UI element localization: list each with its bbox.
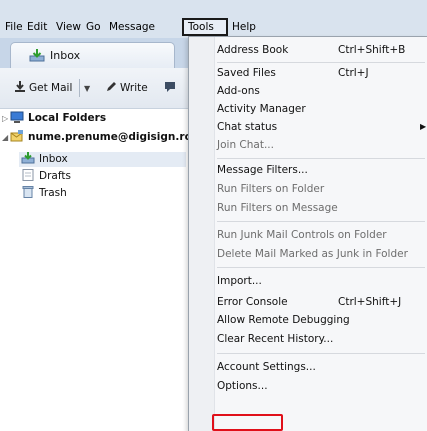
error-console-label: Error Console	[217, 296, 288, 308]
menu-item-run-junk-controls[interactable]: Run Junk Mail Controls on Folder	[215, 226, 427, 244]
menu-edit[interactable]: Edit	[27, 20, 47, 34]
folder-account[interactable]: ◢ nume.prenume@digisign.ro	[2, 130, 192, 145]
menu-item-saved-files[interactable]: Saved Files Ctrl+J	[215, 64, 427, 82]
menu-item-options[interactable]: Options...	[215, 377, 427, 395]
pencil-icon	[105, 81, 117, 93]
get-mail-label: Get Mail	[29, 82, 73, 94]
error-console-shortcut: Ctrl+Shift+J	[338, 296, 402, 308]
menu-separator	[217, 221, 425, 222]
write-label: Write	[120, 82, 148, 94]
chat-status-label: Chat status	[217, 121, 278, 133]
menu-item-chat-status[interactable]: Chat status ▶	[215, 118, 427, 136]
trash-icon	[21, 186, 35, 198]
menu-item-account-settings[interactable]: Account Settings...	[215, 358, 427, 376]
join-chat-label: Join Chat...	[217, 139, 274, 151]
options-label: Options...	[217, 380, 268, 392]
addons-label: Add-ons	[217, 85, 260, 97]
download-icon	[14, 81, 26, 93]
address-book-shortcut: Ctrl+Shift+B	[338, 44, 406, 56]
expand-icon[interactable]: ▷	[2, 111, 10, 126]
menu-item-remote-debugging[interactable]: Allow Remote Debugging	[215, 311, 427, 329]
inbox-icon	[29, 49, 45, 62]
menu-separator	[217, 353, 425, 354]
folder-inbox[interactable]: Inbox	[21, 152, 68, 167]
account-settings-label: Account Settings...	[217, 361, 316, 373]
folder-pane: ▷ Local Folders ◢ nume.prenume@digisign.…	[0, 109, 192, 431]
run-filters-folder-label: Run Filters on Folder	[217, 183, 325, 195]
menu-item-addons[interactable]: Add-ons	[215, 82, 427, 100]
options-highlight-box	[212, 414, 283, 431]
folder-drafts[interactable]: Drafts	[21, 169, 71, 184]
menu-item-activity-manager[interactable]: Activity Manager	[215, 100, 427, 118]
menu-message[interactable]: Message	[109, 20, 155, 34]
menu-item-run-filters-message[interactable]: Run Filters on Message	[215, 199, 427, 217]
message-filters-label: Message Filters...	[217, 164, 308, 176]
chat-icon	[164, 81, 176, 93]
folder-trash-label: Trash	[39, 187, 67, 199]
collapse-icon[interactable]: ◢	[2, 130, 10, 145]
folder-account-label: nume.prenume@digisign.ro	[28, 131, 192, 143]
menu-tools[interactable]: Tools	[188, 20, 214, 34]
menu-item-import[interactable]: Import...	[215, 272, 427, 290]
menu-item-delete-junk[interactable]: Delete Mail Marked as Junk in Folder	[215, 245, 427, 263]
saved-files-shortcut: Ctrl+J	[338, 67, 369, 79]
menu-item-address-book[interactable]: Address Book Ctrl+Shift+B	[215, 41, 427, 59]
folder-trash[interactable]: Trash	[21, 186, 67, 201]
folder-local-folders[interactable]: ▷ Local Folders	[2, 111, 106, 126]
menu-help[interactable]: Help	[232, 20, 256, 34]
run-junk-label: Run Junk Mail Controls on Folder	[217, 229, 387, 241]
menu-go[interactable]: Go	[86, 20, 101, 34]
menu-item-message-filters[interactable]: Message Filters...	[215, 161, 427, 179]
activity-manager-label: Activity Manager	[217, 103, 306, 115]
clear-history-label: Clear Recent History...	[217, 333, 334, 345]
submenu-arrow-icon: ▶	[420, 122, 427, 131]
chevron-down-icon: ▼	[84, 84, 91, 93]
toolbar-separator	[79, 79, 80, 97]
folder-local-folders-label: Local Folders	[28, 112, 107, 124]
run-filters-message-label: Run Filters on Message	[217, 202, 338, 214]
inbox-icon	[21, 152, 35, 164]
saved-files-label: Saved Files	[217, 67, 276, 79]
menu-separator	[217, 158, 425, 159]
menu-view[interactable]: View	[56, 20, 81, 34]
import-label: Import...	[217, 275, 262, 287]
menu-separator	[217, 267, 425, 268]
tools-menu-dropdown: Address Book Ctrl+Shift+B Saved Files Ct…	[188, 36, 427, 431]
tab-inbox[interactable]: Inbox	[10, 42, 175, 68]
remote-debugging-label: Allow Remote Debugging	[217, 314, 350, 326]
menu-item-clear-history[interactable]: Clear Recent History...	[215, 330, 427, 348]
address-book-label: Address Book	[217, 44, 289, 56]
write-button[interactable]: Write	[105, 80, 148, 96]
delete-junk-label: Delete Mail Marked as Junk in Folder	[217, 248, 408, 260]
local-folders-icon	[10, 111, 24, 123]
mail-account-icon	[10, 130, 24, 142]
drafts-icon	[21, 169, 35, 181]
get-mail-dropdown-button[interactable]: ▼	[84, 80, 90, 96]
menu-icon-gutter	[189, 37, 215, 431]
folder-drafts-label: Drafts	[39, 170, 71, 182]
menu-file[interactable]: File	[5, 20, 23, 34]
get-mail-button[interactable]: Get Mail	[14, 80, 72, 96]
folder-inbox-label: Inbox	[39, 153, 68, 165]
menu-separator	[217, 62, 425, 63]
menu-item-join-chat: Join Chat...	[215, 136, 427, 154]
menu-item-run-filters-folder[interactable]: Run Filters on Folder	[215, 180, 427, 198]
tab-inbox-label: Inbox	[50, 49, 81, 62]
menu-item-error-console[interactable]: Error Console Ctrl+Shift+J	[215, 293, 427, 311]
menu-bar: File Edit View Go Message Tools Help	[0, 0, 427, 38]
chat-button[interactable]	[164, 80, 176, 96]
